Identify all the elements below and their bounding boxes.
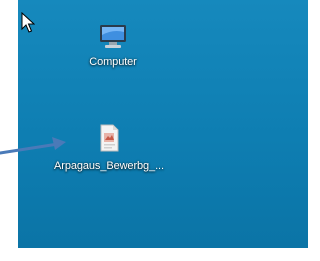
computer-monitor-icon xyxy=(100,25,126,48)
computer-label: Computer xyxy=(89,56,137,68)
desktop[interactable]: Computer Arpagaus_Bewerbg_... xyxy=(18,0,308,248)
file-label: Arpagaus_Bewerbg_... xyxy=(54,160,164,172)
file-desktop-icon[interactable]: Arpagaus_Bewerbg_... xyxy=(54,122,164,173)
computer-desktop-icon[interactable]: Computer xyxy=(58,20,168,69)
document-file-icon xyxy=(100,124,119,152)
mouse-pointer-icon xyxy=(21,12,35,33)
